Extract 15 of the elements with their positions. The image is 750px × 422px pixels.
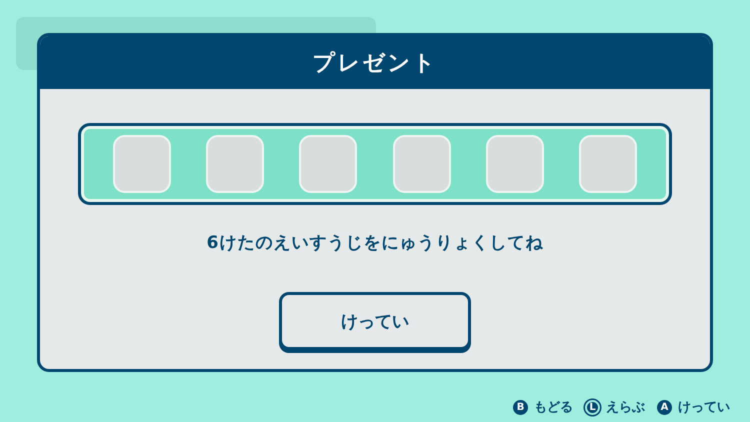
key-icon: A [657, 400, 672, 414]
code-slot[interactable] [112, 135, 171, 193]
dialog-title: プレゼント [312, 50, 438, 78]
key-icon: B [513, 400, 528, 414]
hint-label: けってい [678, 399, 730, 416]
hint-label: えらぶ [606, 399, 645, 416]
code-slot[interactable] [579, 135, 638, 193]
stick-key-icon: L [585, 400, 600, 414]
instruction-text: 6けたのえいすうじをにゅうりょくしてね [206, 232, 544, 254]
code-slot[interactable] [299, 135, 358, 193]
hint-label: もどる [534, 399, 573, 416]
code-slot[interactable] [392, 135, 451, 193]
confirm-button[interactable]: けってい [279, 292, 471, 350]
code-slot[interactable] [206, 135, 264, 193]
code-slot[interactable] [486, 135, 544, 193]
